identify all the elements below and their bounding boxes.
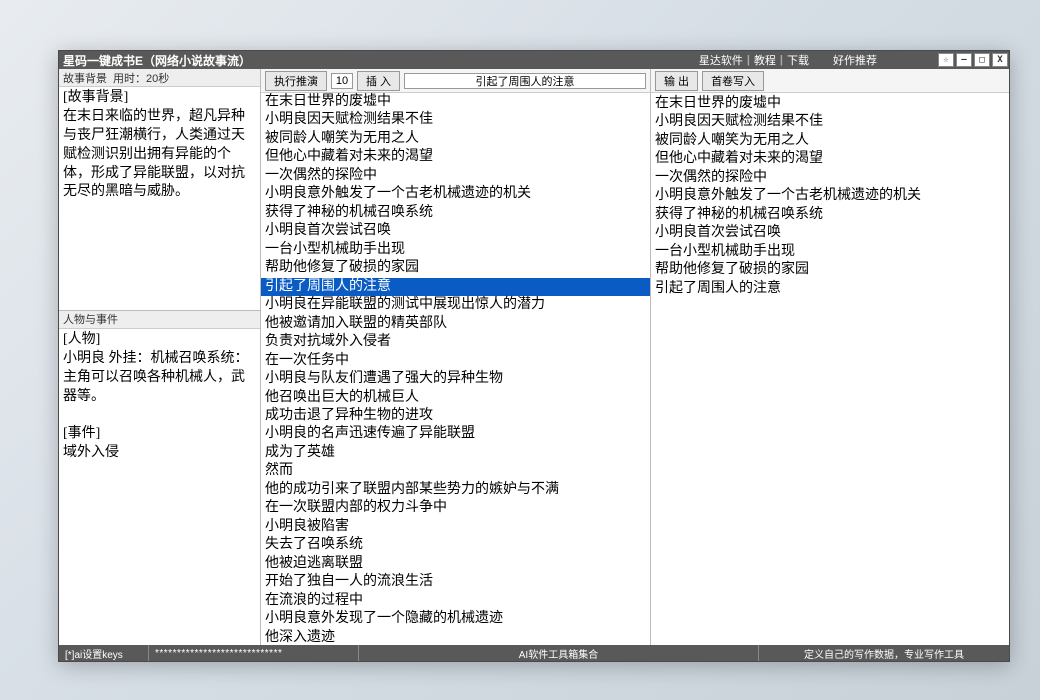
result-output[interactable] bbox=[651, 93, 1009, 645]
middle-column: 执行推演 插 入 在末日世界的废墟中小明良因天赋检测结果不佳被同龄人嘲笑为无用之… bbox=[261, 69, 651, 645]
story-line[interactable]: 成功击退了异种生物的进攻 bbox=[261, 407, 650, 425]
recommend-button[interactable]: 好作推荐 bbox=[813, 52, 897, 68]
char-event-header: 人物与事件 bbox=[59, 311, 260, 329]
close-button[interactable]: X bbox=[992, 53, 1008, 67]
write-chapter-button[interactable]: 首卷写入 bbox=[702, 71, 764, 91]
status-bar: [*]ai设置keys ****************************… bbox=[59, 645, 1009, 661]
left-column: 故事背景 用时： 20秒 人物与事件 bbox=[59, 69, 261, 645]
title-link-download[interactable]: 下载 bbox=[783, 52, 813, 68]
story-line[interactable]: 失去了召唤系统 bbox=[261, 536, 650, 554]
story-line[interactable]: 小明良因天赋检测结果不佳 bbox=[261, 111, 650, 129]
insert-button[interactable]: 插 入 bbox=[357, 71, 400, 91]
story-line[interactable]: 帮助他修复了破损的家园 bbox=[261, 259, 650, 277]
story-line[interactable]: 负责对抗域外入侵者 bbox=[261, 333, 650, 351]
right-toolbar: 输 出 首卷写入 bbox=[651, 69, 1009, 93]
time-value: 20秒 bbox=[146, 70, 169, 86]
story-line[interactable]: 小明良被陷害 bbox=[261, 518, 650, 536]
time-label: 用时： bbox=[113, 70, 146, 86]
app-window: 星码一键成书E（网络小说故事流） 星达软件 | 教程 | 下载 好作推荐 ☆ –… bbox=[58, 50, 1010, 662]
story-line[interactable]: 但他心中藏着对未来的渴望 bbox=[261, 148, 650, 166]
status-center-link[interactable]: AI软件工具箱集合 bbox=[359, 645, 759, 661]
story-line[interactable]: 在一次联盟内部的权力斗争中 bbox=[261, 499, 650, 517]
main-area: 故事背景 用时： 20秒 人物与事件 执行推演 插 入 在末日世界的废墟中小明良… bbox=[59, 69, 1009, 645]
masked-keys: ***************************** bbox=[149, 645, 359, 661]
window-title: 星码一键成书E（网络小说故事流） bbox=[63, 52, 251, 69]
story-line[interactable]: 一次偶然的探险中 bbox=[261, 167, 650, 185]
story-line[interactable]: 小明良意外发现了一个隐藏的机械遗迹 bbox=[261, 610, 650, 628]
story-line[interactable]: 小明良的名声迅速传遍了异能联盟 bbox=[261, 425, 650, 443]
minimize-button[interactable]: – bbox=[956, 53, 972, 67]
story-line[interactable]: 在一次任务中 bbox=[261, 352, 650, 370]
story-line[interactable]: 开始了独自一人的流浪生活 bbox=[261, 573, 650, 591]
story-line[interactable]: 小明良意外触发了一个古老机械遗迹的机关 bbox=[261, 185, 650, 203]
window-controls: ☆ – □ X bbox=[937, 51, 1009, 69]
ai-keys-button[interactable]: [*]ai设置keys bbox=[59, 645, 149, 661]
story-line[interactable]: 在流浪的过程中 bbox=[261, 592, 650, 610]
title-link-software[interactable]: 星达软件 bbox=[695, 52, 747, 68]
char-event-input[interactable] bbox=[59, 329, 260, 645]
output-button[interactable]: 输 出 bbox=[655, 71, 698, 91]
story-bg-label: 故事背景 bbox=[63, 70, 107, 86]
current-line-input[interactable] bbox=[404, 73, 646, 89]
story-bg-header: 故事背景 用时： 20秒 bbox=[59, 69, 260, 87]
story-line[interactable]: 然而 bbox=[261, 462, 650, 480]
story-line[interactable]: 小明良在异能联盟的测试中展现出惊人的潜力 bbox=[261, 296, 650, 314]
maximize-button[interactable]: □ bbox=[974, 53, 990, 67]
title-link-tutorial[interactable]: 教程 bbox=[750, 52, 780, 68]
story-line[interactable]: 小明良与队友们遭遇了强大的异种生物 bbox=[261, 370, 650, 388]
right-column: 输 出 首卷写入 bbox=[651, 69, 1009, 645]
story-line[interactable]: 他的成功引来了联盟内部某些势力的嫉妒与不满 bbox=[261, 481, 650, 499]
story-line[interactable]: 引起了周围人的注意 bbox=[261, 278, 650, 296]
story-line[interactable]: 获得了神秘的机械召唤系统 bbox=[261, 204, 650, 222]
status-right-link[interactable]: 定义自己的写作数据，专业写作工具 bbox=[759, 645, 1009, 661]
story-line[interactable]: 成为了英雄 bbox=[261, 444, 650, 462]
story-line[interactable]: 他召唤出巨大的机械巨人 bbox=[261, 389, 650, 407]
execute-button[interactable]: 执行推演 bbox=[265, 71, 327, 91]
story-bg-input[interactable] bbox=[59, 87, 260, 310]
story-line[interactable]: 小明良首次尝试召唤 bbox=[261, 222, 650, 240]
story-line[interactable]: 他被邀请加入联盟的精英部队 bbox=[261, 315, 650, 333]
story-line[interactable]: 他深入遗迹 bbox=[261, 629, 650, 645]
middle-toolbar: 执行推演 插 入 bbox=[261, 69, 650, 93]
count-input[interactable] bbox=[331, 73, 353, 89]
star-icon[interactable]: ☆ bbox=[938, 53, 954, 67]
title-bar: 星码一键成书E（网络小说故事流） 星达软件 | 教程 | 下载 好作推荐 ☆ –… bbox=[59, 51, 1009, 69]
story-line[interactable]: 被同龄人嘲笑为无用之人 bbox=[261, 130, 650, 148]
story-line[interactable]: 一台小型机械助手出现 bbox=[261, 241, 650, 259]
story-line-list[interactable]: 在末日世界的废墟中小明良因天赋检测结果不佳被同龄人嘲笑为无用之人但他心中藏着对未… bbox=[261, 93, 650, 645]
story-line[interactable]: 在末日世界的废墟中 bbox=[261, 93, 650, 111]
story-line[interactable]: 他被迫逃离联盟 bbox=[261, 555, 650, 573]
